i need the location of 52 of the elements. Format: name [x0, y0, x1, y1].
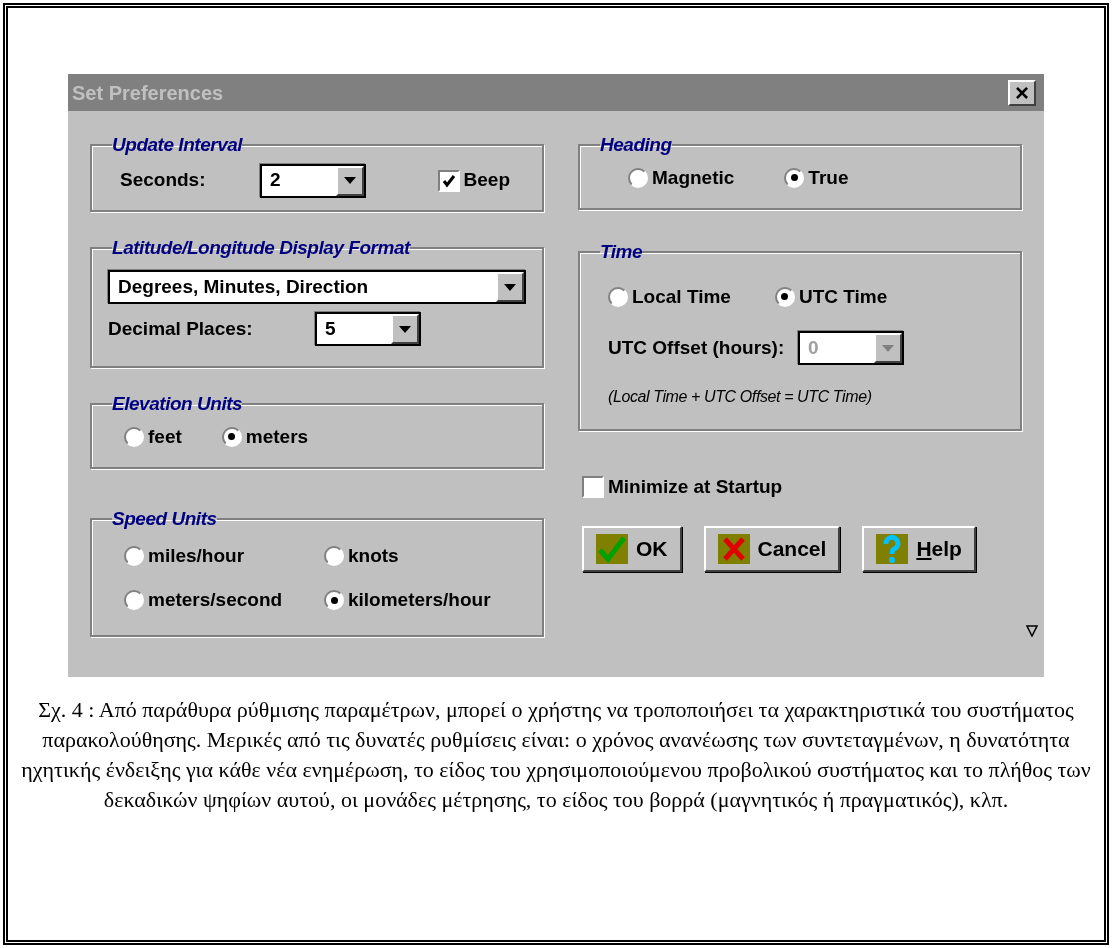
radio-button[interactable] [628, 167, 648, 188]
radio-label: miles/hour [148, 543, 245, 568]
group-title: Heading [600, 133, 672, 157]
radio-label: meters/second [148, 588, 283, 612]
radio-label: kilometers/hour [348, 588, 491, 612]
radio-button[interactable] [124, 426, 144, 447]
radio-button[interactable] [608, 286, 628, 307]
radio-button[interactable] [221, 426, 242, 447]
dropdown-value: 2 [269, 168, 282, 193]
radio-button[interactable] [324, 545, 344, 566]
radio-label: Magnetic [652, 165, 735, 190]
group-title: Latitude/Longitude Display Format [112, 235, 410, 260]
checkbox[interactable] [437, 169, 460, 192]
group-title: Speed Units [112, 507, 217, 531]
question-icon [876, 533, 909, 564]
radio-button[interactable] [124, 590, 144, 611]
window-title: Set Preferences [72, 80, 224, 106]
radio-button[interactable] [784, 167, 805, 188]
dropdown-value: Degrees, Minutes, Direction [117, 274, 370, 299]
hint-text: (Local Time + UTC Offset = UTC Time) [607, 387, 873, 407]
dropdown[interactable]: 2 [260, 163, 366, 198]
group-title: Update Interval [112, 133, 243, 157]
checkbox[interactable] [582, 476, 604, 499]
dropdown[interactable]: 5 [315, 312, 421, 346]
radio-label: Local Time [632, 284, 731, 309]
radio-label: feet [148, 424, 182, 449]
field-label: Decimal Places: [108, 316, 254, 341]
dropdown-value: 5 [324, 316, 337, 341]
dialog-button[interactable]: OK [582, 525, 682, 572]
figure-caption: Σχ. 4 : Από παράθυρα ρύθμισης παραμέτρων, μπορεί ο χρήστης να τροποποιήσει τα χαρακτηριστικά του συστήματος παρακολούθησης. Μερικές από τις δυνατές ρυθμίσεις είναι: ο χρόνος ανανέωσης των συντεταγμένων, η δυνατότητα ηχητικής ένδειξης για κάθε νέα ενημέρωση, το είδος του χρησιμοποιούμενου προβολικού συστήματος και το πλήθος των δεκαδικών ψηφίων αυτού, οι μονάδες μέτρησης, το είδος του βορρά (μαγνητικός ή πραγματικός), κλπ. [20, 695, 1092, 814]
checkmark-icon [441, 173, 456, 188]
field-label: UTC Offset (hours): [608, 335, 786, 360]
group-title: Elevation Units [112, 392, 243, 416]
cross-icon [717, 533, 750, 564]
radio-label: knots [348, 543, 399, 568]
group-title: Time [600, 240, 643, 264]
radio-label: UTC Time [798, 284, 888, 309]
dialog-button[interactable]: Help [862, 525, 976, 572]
radio-label: meters [245, 424, 309, 449]
dropdown[interactable]: Degrees, Minutes, Direction [108, 270, 526, 304]
corner-mark-icon [1026, 624, 1038, 637]
close-button[interactable]: × [1008, 79, 1036, 106]
field-label: Seconds: [120, 168, 207, 193]
checkbox-label: Minimize at Startup [608, 475, 783, 499]
radio-button[interactable] [774, 286, 795, 307]
radio-button[interactable] [124, 545, 144, 566]
dialog-button[interactable]: Cancel [703, 525, 841, 572]
checkbox-label: Beep [463, 168, 510, 193]
dropdown-value: 0 [807, 335, 820, 360]
checkmark-icon [596, 533, 628, 564]
radio-label: True [808, 165, 849, 190]
radio-button[interactable] [324, 590, 344, 611]
